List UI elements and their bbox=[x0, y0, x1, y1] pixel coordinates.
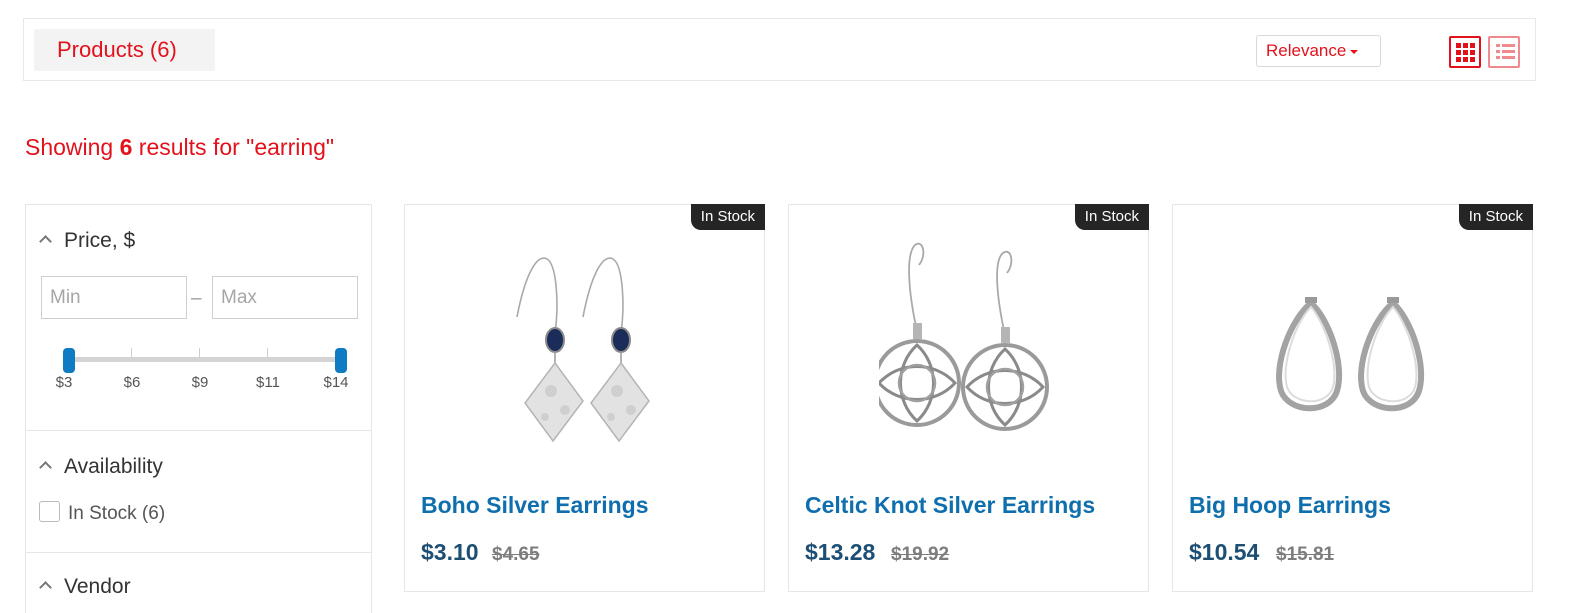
price-filter-header[interactable]: Price, $ bbox=[39, 229, 136, 253]
product-price: $3.10 bbox=[421, 539, 479, 565]
results-query: results for "earring" bbox=[132, 134, 335, 160]
product-image[interactable] bbox=[879, 235, 1059, 445]
list-view-button[interactable] bbox=[1488, 36, 1520, 68]
chevron-up-icon bbox=[39, 461, 52, 474]
vendor-filter-title: Vendor bbox=[64, 575, 131, 598]
product-image[interactable] bbox=[1263, 235, 1443, 445]
in-stock-badge: In Stock bbox=[1074, 204, 1149, 230]
slider-tick bbox=[131, 348, 132, 358]
price-filter: Price, $ – $3 $6 $9 $11 $14 bbox=[26, 205, 371, 431]
vendor-filter: Vendor bbox=[26, 553, 371, 613]
price-separator: – bbox=[191, 288, 202, 309]
product-old-price: $15.81 bbox=[1276, 544, 1335, 565]
price-filter-title: Price, $ bbox=[64, 229, 136, 252]
product-old-price: $19.92 bbox=[891, 544, 950, 565]
slider-tick-label: $14 bbox=[323, 374, 349, 391]
slider-tick-label: $3 bbox=[55, 374, 73, 391]
caret-down-icon bbox=[1350, 49, 1359, 54]
price-max-input[interactable] bbox=[212, 276, 358, 319]
availability-filter-header[interactable]: Availability bbox=[39, 455, 163, 479]
in-stock-badge: In Stock bbox=[690, 204, 765, 230]
slider-tick-label: $6 bbox=[123, 374, 141, 391]
slider-tick bbox=[199, 348, 200, 358]
product-card[interactable]: In Stock Big Hoop Earrings $10.54 $15.81 bbox=[1172, 204, 1533, 592]
sort-dropdown[interactable]: Relevance bbox=[1256, 35, 1381, 67]
chevron-up-icon bbox=[39, 235, 52, 248]
products-toolbar: Products (6) Relevance bbox=[23, 18, 1536, 81]
in-stock-badge: In Stock bbox=[1458, 204, 1533, 230]
slider-tick-label: $11 bbox=[256, 374, 280, 391]
product-name-link[interactable]: Boho Silver Earrings bbox=[421, 492, 649, 519]
sort-label: Relevance bbox=[1266, 41, 1347, 60]
in-stock-option[interactable]: In Stock (6) bbox=[39, 501, 165, 525]
results-summary: Showing 6 results for "earring" bbox=[25, 134, 334, 161]
product-name-link[interactable]: Big Hoop Earrings bbox=[1189, 492, 1391, 519]
price-min-input[interactable] bbox=[41, 276, 187, 319]
availability-filter: Availability In Stock (6) bbox=[26, 431, 371, 553]
products-count-tab[interactable]: Products (6) bbox=[34, 29, 215, 71]
chevron-up-icon bbox=[39, 581, 52, 594]
product-card[interactable]: In Stock Boho Silver Earrings $3.10 $4.6… bbox=[404, 204, 765, 592]
results-prefix: Showing bbox=[25, 134, 120, 160]
product-price: $10.54 bbox=[1189, 539, 1260, 565]
product-price: $13.28 bbox=[805, 539, 876, 565]
product-card[interactable]: In Stock Celtic Knot Silver Earrings $13… bbox=[788, 204, 1149, 592]
price-slider-max-handle[interactable] bbox=[335, 348, 347, 373]
product-image[interactable] bbox=[495, 235, 675, 445]
slider-tick bbox=[267, 348, 268, 358]
filter-sidebar: Price, $ – $3 $6 $9 $11 $14 Availability… bbox=[25, 204, 372, 613]
vendor-filter-header[interactable]: Vendor bbox=[39, 575, 131, 599]
in-stock-label: In Stock (6) bbox=[68, 503, 166, 524]
product-old-price: $4.65 bbox=[492, 544, 540, 565]
price-slider-min-handle[interactable] bbox=[63, 348, 75, 373]
product-name-link[interactable]: Celtic Knot Silver Earrings bbox=[805, 492, 1095, 519]
availability-filter-title: Availability bbox=[64, 455, 163, 478]
price-slider-track[interactable] bbox=[68, 357, 342, 362]
slider-tick-label: $9 bbox=[191, 374, 209, 391]
grid-view-button[interactable] bbox=[1449, 36, 1481, 68]
results-count: 6 bbox=[119, 134, 133, 160]
in-stock-checkbox[interactable] bbox=[39, 501, 60, 522]
